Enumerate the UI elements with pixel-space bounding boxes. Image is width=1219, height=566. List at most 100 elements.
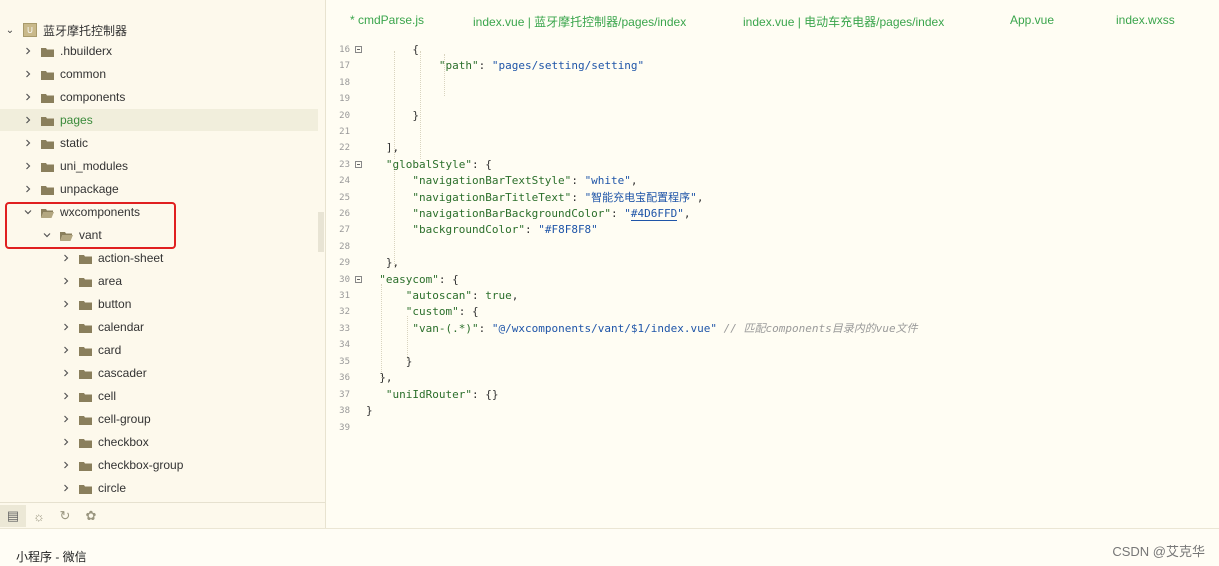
tree-item-label: .hbuilderx (60, 44, 113, 58)
tab-app-vue[interactable]: App.vue (1010, 13, 1054, 27)
code-line: 18 (339, 78, 350, 88)
folder-icon (79, 368, 92, 379)
tree-item[interactable]: common (0, 63, 318, 85)
tree-item-label: uni_modules (60, 159, 129, 173)
tree-item[interactable]: static (0, 132, 318, 154)
run-target[interactable]: 小程序 - 微信 (16, 548, 87, 565)
chevron-right-icon[interactable] (23, 92, 33, 102)
tree-item-label: common (60, 67, 107, 81)
code-line: 29 }, (339, 256, 400, 269)
tree-item[interactable]: cascader (0, 362, 318, 384)
folder-icon (41, 115, 54, 126)
folder-icon (79, 299, 92, 310)
code-line: 38 } (339, 404, 373, 417)
chevron-right-icon[interactable] (23, 161, 33, 171)
project-icon: U (23, 23, 37, 37)
code-line: 20 } (339, 109, 419, 122)
tree-item[interactable]: checkbox (0, 431, 318, 453)
tree-item-label: action-sheet (98, 251, 164, 265)
folder-icon (79, 253, 92, 264)
chevron-right-icon[interactable] (61, 299, 71, 309)
chevron-right-icon[interactable] (61, 368, 71, 378)
chevron-right-icon[interactable] (23, 184, 33, 194)
chevron-right-icon[interactable] (61, 437, 71, 447)
tree-item[interactable]: button (0, 293, 318, 315)
chevron-right-icon[interactable] (23, 115, 33, 125)
tree-item[interactable]: calendar (0, 316, 318, 338)
tree-item[interactable]: circle (0, 477, 318, 499)
chevron-right-icon[interactable] (23, 69, 33, 79)
tree-item[interactable]: card (0, 339, 318, 361)
code-line: 31 "autoscan": true, (339, 289, 519, 302)
chevron-right-icon[interactable] (61, 322, 71, 332)
tree-item-label: card (98, 343, 122, 357)
tree-item[interactable]: action-sheet (0, 247, 318, 269)
tree-item-label: checkbox (98, 435, 149, 449)
chevron-right-icon[interactable] (61, 253, 71, 263)
tree-item[interactable]: checkbox-group (0, 454, 318, 476)
tab-index-wxss[interactable]: index.wxss (1116, 13, 1175, 27)
folder-icon (79, 483, 92, 494)
fold-icon[interactable] (355, 46, 362, 53)
code-line: 34 (339, 340, 350, 350)
project-root[interactable]: ⌄ U 蓝牙摩托控制器 (0, 19, 318, 41)
tree-item-label: unpackage (60, 182, 119, 196)
code-line: 22 ], (339, 141, 400, 154)
chevron-right-icon[interactable] (23, 46, 33, 56)
tree-item[interactable]: cell-group (0, 408, 318, 430)
tree-item[interactable]: pages (0, 109, 318, 131)
tree-item-label: checkbox-group (98, 458, 184, 472)
code-editor[interactable]: 16 { 17 "path": "pages/setting/setting" … (326, 40, 1219, 528)
code-line: 39 (339, 423, 350, 433)
tree-item[interactable]: unpackage (0, 178, 318, 200)
code-line: 19 (339, 94, 350, 104)
tab-cmdparse[interactable]: * cmdParse.js (350, 13, 424, 27)
folder-icon (41, 184, 54, 195)
tree-item[interactable]: .hbuilderx (0, 40, 318, 62)
tab-index-vue-charger[interactable]: index.vue | 电动车充电器/pages/index (743, 13, 944, 30)
project-explorer: ⌄ U 蓝牙摩托控制器 .hbuilderx common components pa… (0, 0, 326, 528)
tab-index-vue-bluetooth[interactable]: index.vue | 蓝牙摩托控制器/pages/index (473, 13, 686, 30)
debug-icon[interactable]: ☼ (26, 505, 52, 527)
folder-icon (79, 414, 92, 425)
tree-item[interactable]: uni_modules (0, 155, 318, 177)
fold-icon[interactable] (355, 161, 362, 168)
code-line: 16 { (339, 43, 419, 56)
code-line: 32 "custom": { (339, 305, 479, 318)
code-line: 30 "easycom": { (339, 273, 459, 286)
chevron-right-icon[interactable] (61, 460, 71, 470)
tree-item-label: pages (60, 113, 93, 127)
code-line: 17 "path": "pages/setting/setting" (339, 59, 645, 72)
code-line: 21 (339, 127, 350, 137)
tree-item-label: cell (98, 389, 117, 403)
folder-icon (79, 391, 92, 402)
chevron-right-icon[interactable] (61, 414, 71, 424)
code-line: 28 (339, 242, 350, 252)
watermark: CSDN @艾克华 (1112, 544, 1205, 559)
chevron-right-icon[interactable] (61, 483, 71, 493)
tree-item-label: calendar (98, 320, 145, 334)
tree-item[interactable]: components (0, 86, 318, 108)
chevron-right-icon[interactable] (61, 345, 71, 355)
project-name: 蓝牙摩托控制器 (43, 23, 128, 38)
folder-icon (41, 46, 54, 57)
folder-icon (79, 322, 92, 333)
plugin-icon[interactable]: ✿ (78, 505, 104, 527)
chevron-right-icon[interactable] (61, 276, 71, 286)
refresh-icon[interactable]: ↻ (52, 505, 78, 527)
editor-tabs: * cmdParse.js index.vue | 蓝牙摩托控制器/pages/… (326, 0, 1219, 40)
folder-icon (41, 69, 54, 80)
status-bar: 小程序 - 微信 CSDN @艾克华 (0, 528, 1219, 566)
chevron-down-icon[interactable]: ⌄ (5, 25, 15, 36)
chevron-right-icon[interactable] (61, 391, 71, 401)
folder-icon (41, 138, 54, 149)
explorer-icon[interactable]: ▤ (0, 505, 26, 527)
tree-item[interactable]: area (0, 270, 318, 292)
sidebar-scrollbar[interactable] (318, 212, 324, 252)
highlight-annotation (5, 202, 176, 249)
chevron-right-icon[interactable] (23, 138, 33, 148)
tree-item-label: components (60, 90, 126, 104)
tree-item[interactable]: cell (0, 385, 318, 407)
fold-icon[interactable] (355, 276, 362, 283)
code-line: 35 } (339, 355, 413, 368)
